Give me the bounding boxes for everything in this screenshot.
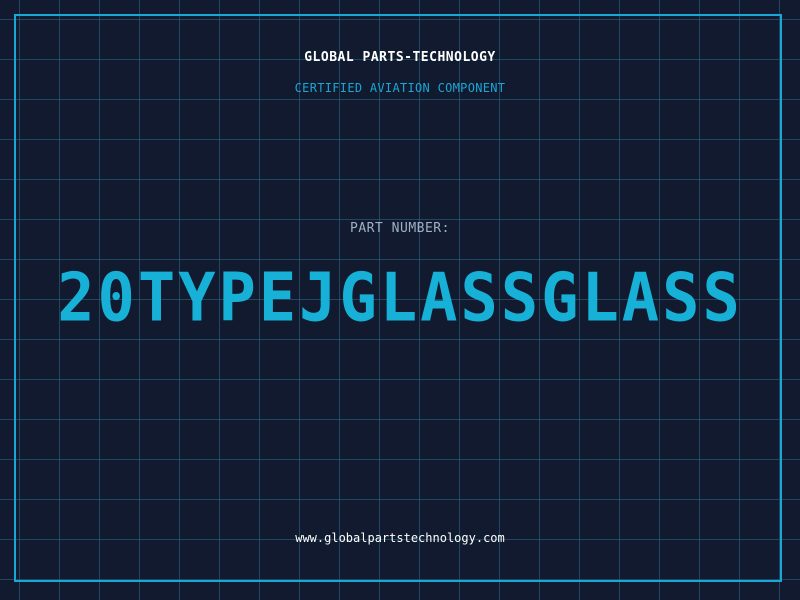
part-number-label: PART NUMBER: [350,221,450,236]
company-name: GLOBAL PARTS-TECHNOLOGY [304,50,496,65]
certification-subtitle: CERTIFIED AVIATION COMPONENT [294,81,506,95]
website-url: www.globalpartstechnology.com [295,531,505,545]
part-label-card: GLOBAL PARTS-TECHNOLOGY CERTIFIED AVIATI… [0,0,800,600]
part-number-value: 20TYPEJGLASSGLASS [57,258,743,337]
